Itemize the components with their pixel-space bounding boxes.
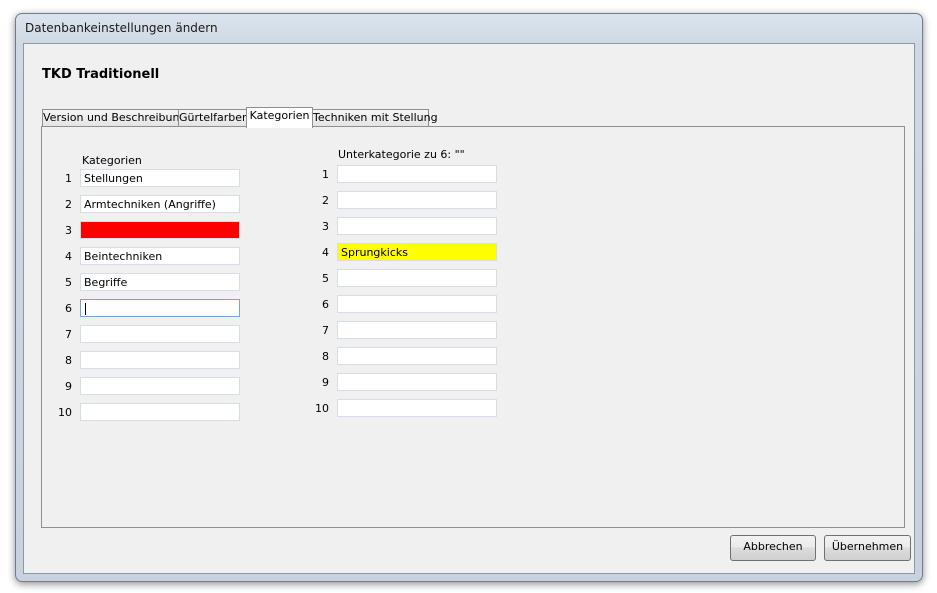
subcategory-row-number: 4 <box>322 246 329 259</box>
dialog-window: Datenbankeinstellungen ändern TKD Tradit… <box>15 13 923 582</box>
subcategory-field-2[interactable] <box>337 191 497 209</box>
subcategory-row-number: 2 <box>322 194 329 207</box>
window-title: Datenbankeinstellungen ändern <box>25 21 218 35</box>
subcategory-row-number: 7 <box>322 324 329 337</box>
category-row-number: 2 <box>65 198 72 211</box>
apply-button[interactable]: Übernehmen <box>824 535 911 561</box>
category-row-number: 5 <box>65 276 72 289</box>
category-row-number: 3 <box>65 224 72 237</box>
category-row-number: 10 <box>58 406 72 419</box>
subcategory-field-6[interactable] <box>337 295 497 313</box>
category-field-5[interactable]: Begriffe <box>80 273 240 291</box>
category-field-1[interactable]: Stellungen <box>80 169 240 187</box>
subcategory-row-number: 9 <box>322 376 329 389</box>
subcategory-field-9[interactable] <box>337 373 497 391</box>
tab-version-und-beschreibung[interactable]: Version und Beschreibung <box>42 109 186 127</box>
subcategory-field-7[interactable] <box>337 321 497 339</box>
subcategory-field-value: Sprungkicks <box>341 246 408 259</box>
tab-guertelfarben[interactable]: Gürtelfarben <box>178 109 249 127</box>
category-field-6[interactable] <box>80 299 240 317</box>
tab-kategorien[interactable]: Kategorien <box>246 107 313 128</box>
tab-techniken-mit-stellung[interactable]: Techniken mit Stellung <box>312 109 438 127</box>
title-bar[interactable]: Datenbankeinstellungen ändern <box>16 14 922 42</box>
category-field-value: Stellungen <box>84 172 143 185</box>
subcategory-field-8[interactable] <box>337 347 497 365</box>
category-field-3[interactable] <box>80 221 240 239</box>
categories-header: Kategorien <box>82 154 142 167</box>
category-row-number: 1 <box>65 172 72 185</box>
subcategory-row-number: 1 <box>322 168 329 181</box>
category-field-value: Beintechniken <box>84 250 163 263</box>
category-field-7[interactable] <box>80 325 240 343</box>
subcategory-row-number: 6 <box>322 298 329 311</box>
category-field-4[interactable]: Beintechniken <box>80 247 240 265</box>
category-field-2[interactable]: Armtechniken (Angriffe) <box>80 195 240 213</box>
subcategory-field-10[interactable] <box>337 399 497 417</box>
subcategory-row-number: 8 <box>322 350 329 363</box>
subcategory-field-4[interactable]: Sprungkicks <box>337 243 497 261</box>
subcategory-row-number: 10 <box>315 402 329 415</box>
category-field-9[interactable] <box>80 377 240 395</box>
category-field-8[interactable] <box>80 351 240 369</box>
tab-panel-kategorien: Kategorien Unterkategorie zu 6: "" 1 Stel… <box>41 126 905 528</box>
subcategory-field-3[interactable] <box>337 217 497 235</box>
category-field-value: Begriffe <box>84 276 128 289</box>
category-row-number: 4 <box>65 250 72 263</box>
subcategory-row-number: 3 <box>322 220 329 233</box>
subcategories-header: Unterkategorie zu 6: "" <box>338 148 465 161</box>
category-field-10[interactable] <box>80 403 240 421</box>
text-caret <box>85 303 86 315</box>
category-field-value: Armtechniken (Angriffe) <box>84 198 216 211</box>
subcategory-field-1[interactable] <box>337 165 497 183</box>
dialog-client-area: TKD Traditionell Version und Beschreibun… <box>23 43 915 574</box>
subcategory-row-number: 5 <box>322 272 329 285</box>
category-row-number: 9 <box>65 380 72 393</box>
category-row-number: 7 <box>65 328 72 341</box>
category-row-number: 6 <box>65 302 72 315</box>
subcategory-field-5[interactable] <box>337 269 497 287</box>
category-row-number: 8 <box>65 354 72 367</box>
cancel-button[interactable]: Abbrechen <box>730 535 816 561</box>
database-title: TKD Traditionell <box>42 67 160 82</box>
